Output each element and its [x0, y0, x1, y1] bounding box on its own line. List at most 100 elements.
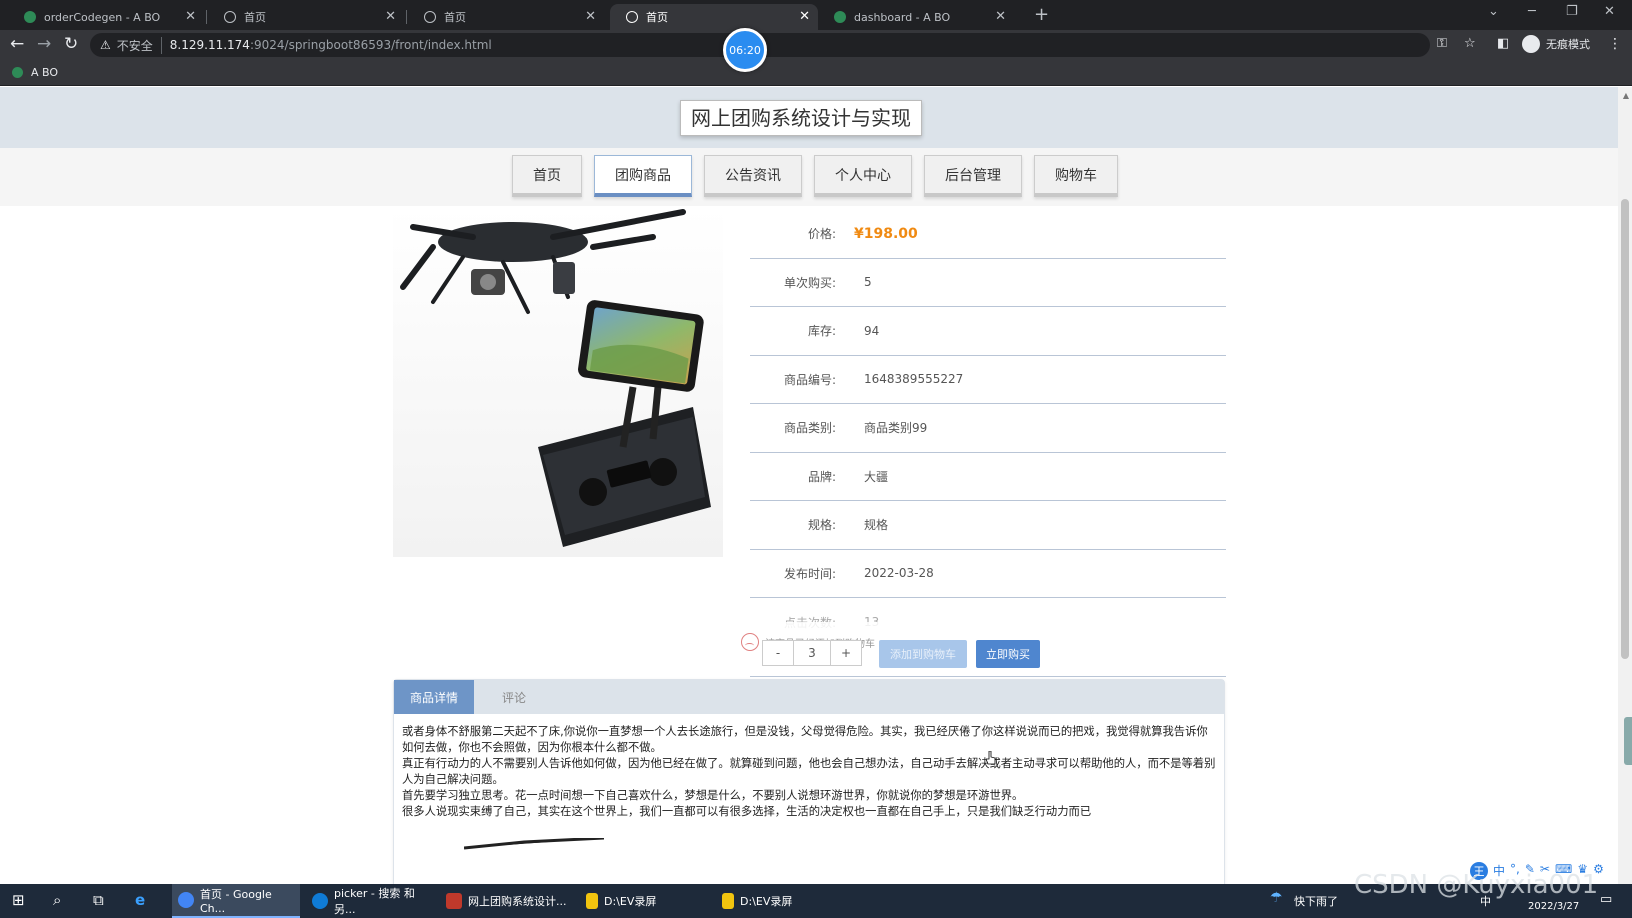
- forward-arrow-icon[interactable]: →: [37, 34, 51, 54]
- bookmarks-bar: A BO: [0, 60, 1632, 86]
- page-viewport: 网上团购系统设计与实现 首页 团购商品 公告资讯 个人中心 后台管理 购物车 价…: [0, 87, 1632, 884]
- nav-profile[interactable]: 个人中心: [814, 155, 912, 197]
- bookmark-label: A BO: [31, 66, 59, 79]
- close-icon[interactable]: ✕: [585, 9, 596, 24]
- nav-home[interactable]: 首页: [512, 155, 582, 197]
- product-image: [393, 207, 723, 557]
- more-menu-icon[interactable]: ⋮: [1608, 36, 1622, 52]
- taskbar-app-label: 网上团购系统设计...: [468, 895, 567, 908]
- taskbar-app[interactable]: 网上团购系统设计...: [440, 884, 568, 918]
- chevron-down-icon[interactable]: ⌄: [1488, 4, 1499, 19]
- close-icon[interactable]: ✕: [185, 9, 196, 24]
- globe-icon: [224, 11, 236, 23]
- product-description: 或者身体不舒服第二天起不了床,你说你一直梦想一个人去长途旅行，但是没钱，父母觉得…: [394, 714, 1224, 830]
- app-icon: [446, 893, 462, 909]
- detail-row: 商品类别: 商品类别99: [750, 404, 1226, 453]
- taskbar-app[interactable]: D:\EV录屏: [580, 884, 708, 918]
- tab-separator: [206, 10, 207, 24]
- tab-product-details[interactable]: 商品详情: [394, 680, 475, 714]
- detail-label: 商品类别:: [783, 421, 836, 436]
- nav-group-products[interactable]: 团购商品: [594, 155, 692, 197]
- bookmark-item[interactable]: A BO: [12, 66, 58, 79]
- detail-label: 单次购买:: [783, 275, 836, 290]
- task-view-icon[interactable]: ⧉: [93, 891, 104, 909]
- minimize-icon[interactable]: ─: [1528, 4, 1536, 19]
- windows-start-icon[interactable]: ⊞: [12, 891, 25, 909]
- url-host: 8.129.11.174: [169, 38, 250, 52]
- close-icon[interactable]: ✕: [385, 9, 396, 24]
- taskbar-app[interactable]: picker - 搜索 和另...: [306, 884, 434, 918]
- taskbar-app-label: D:\EV录屏: [604, 895, 657, 908]
- nav-news[interactable]: 公告资讯: [704, 155, 802, 197]
- new-tab-icon[interactable]: +: [1034, 4, 1049, 25]
- taskbar-app[interactable]: 首页 - Google Ch...: [172, 884, 300, 918]
- taskbar-app-label: 首页 - Google Ch...: [200, 887, 272, 915]
- window-close-icon[interactable]: ✕: [1604, 4, 1615, 19]
- notification-icon[interactable]: ▭: [1600, 892, 1612, 907]
- detail-value: 1648389555227: [864, 372, 964, 387]
- tab-separator: [406, 10, 407, 24]
- folder-icon: [722, 893, 734, 909]
- incognito-icon: [1522, 35, 1540, 53]
- side-panel-icon[interactable]: ◧: [1497, 36, 1509, 51]
- close-icon[interactable]: ✕: [799, 9, 810, 24]
- ie-browser-icon[interactable]: e: [135, 891, 145, 909]
- green-circle-icon: [24, 11, 36, 23]
- side-handle[interactable]: [1624, 717, 1632, 765]
- star-icon[interactable]: ☆: [1464, 36, 1476, 51]
- back-arrow-icon[interactable]: ←: [10, 34, 24, 54]
- umbrella-icon: ☂: [1270, 890, 1283, 906]
- purchase-row: - 3 + 添加到购物车 立即购买: [750, 617, 1226, 677]
- detail-row: 品牌: 大疆: [750, 453, 1226, 501]
- taskbar-app[interactable]: D:\EV录屏: [716, 884, 844, 918]
- scroll-up-icon[interactable]: ▲: [1623, 91, 1629, 100]
- scrollbar-thumb[interactable]: [1621, 199, 1629, 659]
- nav-admin[interactable]: 后台管理: [924, 155, 1022, 197]
- restore-icon[interactable]: ❐: [1566, 4, 1578, 19]
- price-label: 价格:: [807, 227, 836, 242]
- browser-tab[interactable]: 首页 ✕: [208, 4, 404, 30]
- detail-row: 发布时间: 2022-03-28: [750, 550, 1226, 598]
- reload-icon[interactable]: ↻: [64, 34, 78, 54]
- tab-comments[interactable]: 评论: [474, 680, 542, 714]
- detail-value: 规格: [864, 518, 889, 533]
- detail-value: 2022-03-28: [864, 566, 934, 581]
- buy-now-button[interactable]: 立即购买: [976, 640, 1040, 668]
- chrome-icon: [178, 892, 194, 908]
- browser-tab[interactable]: dashboard - A BO ✕: [818, 4, 1014, 30]
- detail-row: 单次购买: 5: [750, 259, 1226, 307]
- tab-title: 首页: [646, 11, 668, 24]
- green-circle-icon: [834, 11, 846, 23]
- qty-minus-button[interactable]: -: [762, 640, 794, 666]
- detail-row-price: 价格: ¥198.00: [750, 210, 1226, 259]
- recording-timer: 06:20: [723, 28, 767, 72]
- key-icon[interactable]: ⚿: [1437, 36, 1447, 51]
- incognito-label: 无痕模式: [1546, 38, 1590, 51]
- weather-text[interactable]: 快下雨了: [1294, 893, 1338, 909]
- detail-value: 94: [864, 323, 880, 338]
- add-to-cart-button[interactable]: 添加到购物车: [879, 640, 967, 668]
- taskbar-date[interactable]: 2022/3/27: [1528, 901, 1579, 912]
- csdn-watermark: CSDN @Kuyxia001: [1354, 870, 1599, 900]
- detail-label: 商品编号:: [783, 372, 836, 387]
- qty-input[interactable]: 3: [794, 640, 830, 666]
- browser-tab[interactable]: 首页 ✕: [408, 4, 604, 30]
- hand-cursor-icon: [986, 751, 996, 765]
- qty-plus-button[interactable]: +: [830, 640, 862, 666]
- detail-label: 库存:: [807, 324, 836, 339]
- search-icon[interactable]: ⌕: [53, 891, 61, 909]
- warning-icon: ⚠: [100, 38, 111, 52]
- browser-tab-active[interactable]: 首页 ✕: [610, 4, 818, 30]
- quantity-stepper: - 3 +: [762, 640, 862, 666]
- detail-value: 5: [864, 275, 872, 290]
- detail-tabs: 商品详情 评论 或者身体不舒服第二天起不了床,你说你一直梦想一个人去长途旅行，但…: [393, 679, 1225, 884]
- browser-tab[interactable]: orderCodegen - A BO ✕: [8, 4, 204, 30]
- folder-icon: [586, 893, 598, 909]
- globe-icon: [424, 11, 436, 23]
- detail-row: 规格: 规格: [750, 501, 1226, 550]
- description-paragraph: 或者身体不舒服第二天起不了床,你说你一直梦想一个人去长途旅行，但是没钱，父母觉得…: [402, 725, 1208, 754]
- incognito-indicator[interactable]: 无痕模式: [1522, 35, 1590, 53]
- close-icon[interactable]: ✕: [995, 9, 1006, 24]
- nav-cart[interactable]: 购物车: [1034, 155, 1118, 197]
- description-paragraph: 真正有行动力的人不需要别人告诉他如何做，因为他已经在做了。就算碰到问题，他也会自…: [402, 757, 1216, 786]
